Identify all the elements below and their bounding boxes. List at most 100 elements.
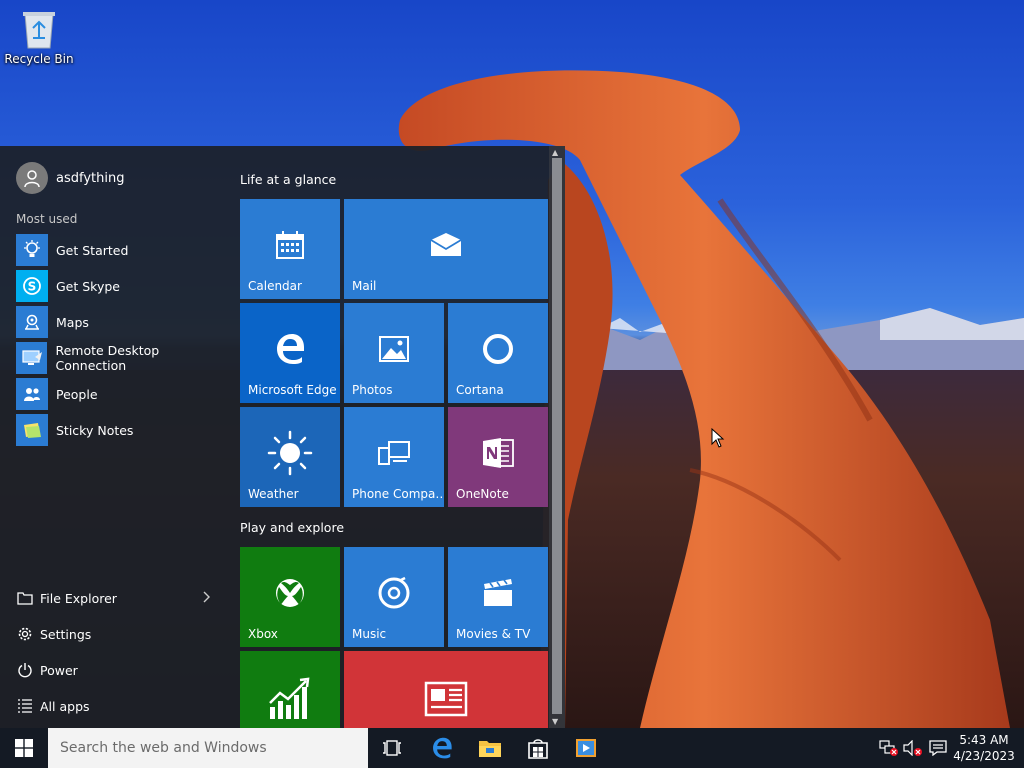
volume-tray-button[interactable] bbox=[900, 728, 926, 768]
tile-onenote[interactable]: OneNote bbox=[448, 407, 548, 507]
skype-icon: S bbox=[16, 270, 48, 302]
media-player-icon bbox=[576, 739, 596, 757]
edge-icon bbox=[277, 334, 304, 364]
power-item[interactable]: Power bbox=[16, 652, 216, 688]
user-avatar-icon bbox=[16, 162, 48, 194]
tile-music[interactable]: Music bbox=[344, 547, 444, 647]
taskbar-store-button[interactable] bbox=[514, 728, 562, 768]
group-life-at-a-glance: Life at a glance bbox=[240, 172, 337, 187]
network-tray-button[interactable] bbox=[876, 728, 902, 768]
tile-label: Music bbox=[352, 627, 387, 641]
chevron-right-icon[interactable] bbox=[202, 591, 210, 603]
calendar-icon bbox=[276, 231, 304, 259]
recycle-bin-shortcut[interactable]: Recycle Bin bbox=[4, 6, 74, 66]
app-label: Remote Desktop Connection bbox=[55, 343, 160, 373]
recycle-bin-label: Recycle Bin bbox=[4, 52, 74, 66]
tile-label: Xbox bbox=[248, 627, 278, 641]
tile-cortana[interactable]: Cortana bbox=[448, 303, 548, 403]
tile-label: Microsoft Edge bbox=[248, 383, 337, 397]
search-placeholder: Search the web and Windows bbox=[60, 740, 267, 756]
sticky-notes-icon bbox=[16, 414, 48, 446]
app-remote-desktop-connection[interactable]: Remote Desktop Connection bbox=[16, 340, 231, 376]
maps-icon bbox=[16, 306, 48, 338]
app-label: Sticky Notes bbox=[56, 422, 134, 438]
file-explorer-item[interactable]: File Explorer bbox=[16, 580, 216, 616]
list-icon bbox=[16, 697, 34, 715]
photos-icon bbox=[379, 336, 409, 362]
volume-muted-icon bbox=[903, 740, 922, 756]
tile-label: Phone Compa… bbox=[352, 487, 444, 501]
tile-calendar[interactable]: Calendar bbox=[240, 199, 340, 299]
app-people[interactable]: People bbox=[16, 376, 231, 412]
taskbar-media-player-button[interactable] bbox=[562, 728, 610, 768]
tile-news[interactable] bbox=[344, 651, 548, 728]
tile-weather[interactable]: Weather bbox=[240, 407, 340, 507]
lightbulb-icon bbox=[16, 234, 48, 266]
scroll-down-arrow-icon[interactable]: ▼ bbox=[552, 717, 558, 726]
tile-phone-companion[interactable]: Phone Compa… bbox=[344, 407, 444, 507]
action-center-button[interactable] bbox=[926, 728, 950, 768]
news-icon bbox=[424, 681, 468, 717]
search-box[interactable]: Search the web and Windows bbox=[48, 728, 368, 768]
tile-label: Movies & TV bbox=[456, 627, 531, 641]
settings-item[interactable]: Settings bbox=[16, 616, 216, 652]
most-used-heading: Most used bbox=[16, 212, 78, 226]
scroll-up-arrow-icon[interactable]: ▲ bbox=[552, 148, 558, 157]
tile-label: Calendar bbox=[248, 279, 302, 293]
folder-icon bbox=[479, 741, 501, 757]
start-menu: asdfything Most used Get Started S Get S… bbox=[0, 146, 565, 728]
app-label: Get Started bbox=[56, 242, 129, 258]
tile-mail[interactable]: Mail bbox=[344, 199, 548, 299]
taskbar-file-explorer-button[interactable] bbox=[466, 728, 514, 768]
sun-icon bbox=[267, 430, 313, 476]
xbox-icon bbox=[276, 579, 304, 607]
clock-date: 4/23/2023 bbox=[953, 749, 1015, 763]
start-button[interactable] bbox=[0, 728, 48, 768]
store-bag-icon bbox=[528, 739, 548, 759]
start-bottom-list: File Explorer Settings Power All apps bbox=[16, 580, 216, 724]
app-sticky-notes[interactable]: Sticky Notes bbox=[16, 412, 231, 448]
svg-text:S: S bbox=[28, 280, 37, 294]
taskbar-edge-button[interactable] bbox=[418, 728, 466, 768]
edge-icon bbox=[433, 737, 452, 759]
remote-desktop-icon bbox=[16, 342, 48, 374]
app-label: Maps bbox=[56, 314, 89, 330]
all-apps-item[interactable]: All apps bbox=[16, 688, 216, 724]
tile-money[interactable] bbox=[240, 651, 340, 728]
network-disconnected-icon bbox=[879, 740, 898, 756]
folder-icon bbox=[16, 589, 34, 607]
app-get-skype[interactable]: S Get Skype bbox=[16, 268, 231, 304]
phone-companion-icon bbox=[378, 441, 410, 465]
power-icon bbox=[16, 661, 34, 679]
stock-chart-icon bbox=[269, 677, 310, 719]
music-disc-icon bbox=[378, 576, 410, 609]
cortana-circle-icon bbox=[483, 334, 513, 364]
tile-xbox[interactable]: Xbox bbox=[240, 547, 340, 647]
tile-label: Cortana bbox=[456, 383, 504, 397]
app-get-started[interactable]: Get Started bbox=[16, 232, 231, 268]
task-view-icon bbox=[383, 740, 401, 756]
file-explorer-label: File Explorer bbox=[40, 590, 117, 606]
onenote-icon bbox=[483, 438, 514, 468]
user-account-button[interactable]: asdfything bbox=[16, 162, 124, 194]
app-label: People bbox=[56, 386, 98, 402]
scroll-thumb[interactable] bbox=[552, 158, 562, 714]
tile-label: OneNote bbox=[456, 487, 509, 501]
tile-label: Photos bbox=[352, 383, 393, 397]
tile-photos[interactable]: Photos bbox=[344, 303, 444, 403]
user-name: asdfything bbox=[56, 170, 125, 186]
app-maps[interactable]: Maps bbox=[16, 304, 231, 340]
all-apps-label: All apps bbox=[40, 698, 90, 714]
settings-label: Settings bbox=[40, 626, 92, 642]
taskbar: Search the web and Windows 5:43 AM 4/23/… bbox=[0, 728, 1024, 768]
power-label: Power bbox=[40, 662, 78, 678]
app-label: Get Skype bbox=[56, 278, 121, 294]
tile-label: Mail bbox=[352, 279, 377, 293]
start-menu-scrollbar[interactable]: ▲ ▼ bbox=[549, 146, 565, 728]
clock[interactable]: 5:43 AM 4/23/2023 bbox=[950, 732, 1018, 764]
task-view-button[interactable] bbox=[368, 728, 416, 768]
windows-logo-icon bbox=[15, 739, 33, 757]
group-play-and-explore: Play and explore bbox=[240, 520, 345, 535]
tile-movies-tv[interactable]: Movies & TV bbox=[448, 547, 548, 647]
tile-microsoft-edge[interactable]: Microsoft Edge bbox=[240, 303, 340, 403]
